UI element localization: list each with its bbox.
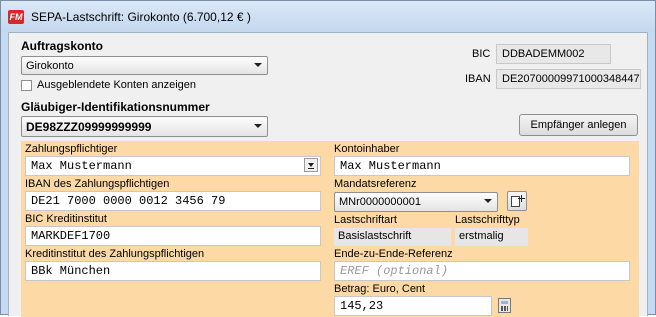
address-book-dropdown-button[interactable] [304, 158, 318, 172]
lastschriftart-label: Lastschriftart [334, 214, 397, 226]
glaeubiger-id-selected: DE98ZZZ09999999999 [26, 120, 152, 134]
iban-value: DE20700009971000348447 [496, 69, 641, 89]
bic-value: DDBADEMM002 [496, 44, 611, 64]
glaeubiger-id-label: Gläubiger-Identifikationsnummer [21, 100, 210, 114]
app-logo-icon: FM [8, 10, 24, 24]
ende-zu-ende-input[interactable]: EREF (optional) [334, 261, 630, 281]
underline-bar [308, 168, 314, 169]
show-hidden-accounts-checkbox[interactable] [21, 80, 32, 91]
lastschriftart-value: Basislastschrift [334, 228, 451, 246]
bic-label: BIC [472, 48, 491, 60]
iban-label: IBAN [465, 73, 491, 85]
kontoinhaber-label: Kontoinhaber [334, 143, 400, 155]
auftragskonto-label: Auftragskonto [21, 39, 103, 53]
lastschrifttyp-value: erstmalig [455, 228, 528, 246]
auftragskonto-select[interactable]: Girokonto [21, 56, 268, 75]
mandatsreferenz-selected: MNr0000000001 [339, 196, 421, 208]
kreditinstitut-label: Kreditinstitut des Zahlungspflichtigen [25, 248, 205, 260]
bic-kreditinstitut-input[interactable]: MARKDEF1700 [25, 226, 321, 246]
dialog-content: Auftragskonto Girokonto Ausgeblendete Ko… [8, 32, 648, 317]
show-hidden-accounts-label: Ausgeblendete Konten anzeigen [37, 79, 197, 91]
betrag-input[interactable]: 145,23 [334, 296, 492, 316]
ende-zu-ende-label: Ende-zu-Ende-Referenz [334, 248, 453, 260]
mandatsreferenz-label: Mandatsreferenz [334, 178, 417, 190]
dialog-window: FM SEPA-Lastschrift: Girokonto (6.700,12… [0, 0, 656, 317]
kontoinhaber-input[interactable]: Max Mustermann [334, 156, 630, 176]
window-title: SEPA-Lastschrift: Girokonto (6.700,12 € … [31, 10, 251, 24]
iban-zahlungspflichtiger-input[interactable]: DE21 7000 0000 0012 3456 79 [25, 191, 321, 211]
chevron-down-icon [254, 63, 262, 67]
calculator-icon[interactable] [498, 298, 511, 313]
chevron-down-icon [254, 124, 262, 128]
iban-zahlungspflichtiger-label: IBAN des Zahlungspflichtigen [25, 178, 170, 190]
calculator-display [501, 301, 508, 304]
bic-kreditinstitut-label: BIC Kreditinstitut [25, 213, 107, 225]
auftragskonto-selected: Girokonto [26, 60, 74, 72]
title-bar[interactable]: FM SEPA-Lastschrift: Girokonto (6.700,12… [1, 1, 655, 32]
glaeubiger-id-select[interactable]: DE98ZZZ09999999999 [21, 116, 268, 137]
calculator-keys [501, 306, 508, 311]
lastschrifttyp-label: Lastschrifttyp [455, 214, 520, 226]
zahlungspflichtiger-input[interactable]: Max Mustermann [25, 156, 321, 176]
mandatsreferenz-select[interactable]: MNr0000000001 [334, 192, 498, 212]
add-mandate-button[interactable] [507, 191, 527, 211]
plus-icon-v [521, 195, 522, 202]
payment-details-panel: Zahlungspflichtiger Max Mustermann IBAN … [21, 141, 639, 317]
chevron-down-icon [484, 199, 492, 203]
empfaenger-anlegen-button[interactable]: Empfänger anlegen [519, 114, 638, 136]
kreditinstitut-input[interactable]: BBk München [25, 261, 321, 281]
zahlungspflichtiger-label: Zahlungspflichtiger [25, 143, 118, 155]
betrag-label: Betrag: Euro, Cent [334, 283, 426, 295]
arrow-down-icon [308, 163, 314, 167]
